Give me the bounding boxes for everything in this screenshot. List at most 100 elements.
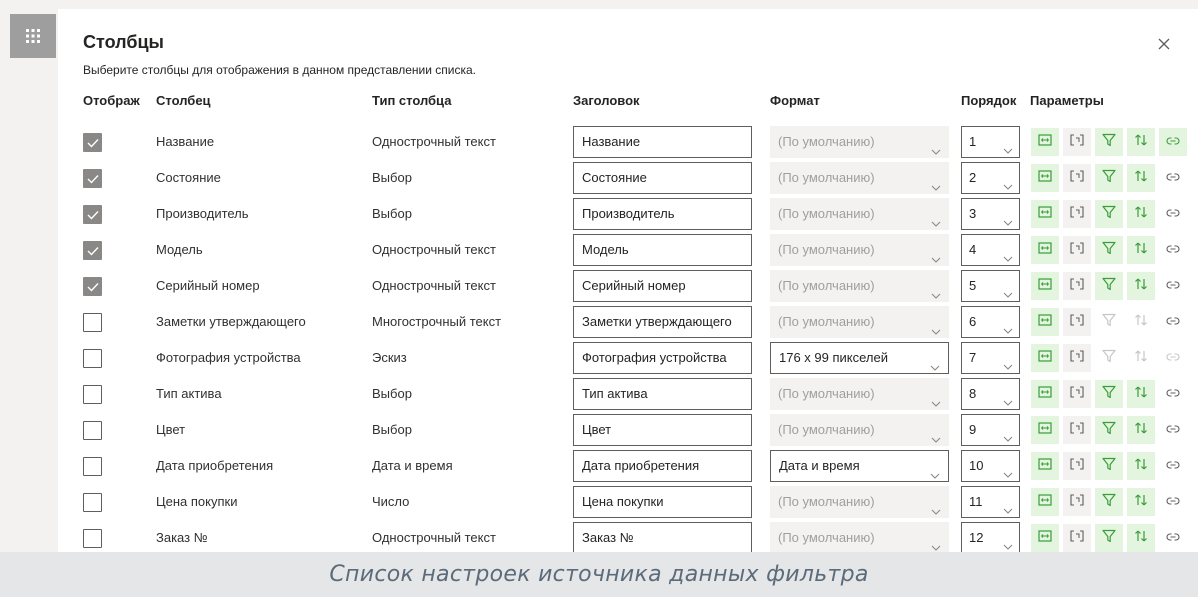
link-button[interactable] (1159, 236, 1187, 264)
header-input[interactable]: Серийный номер (573, 270, 752, 302)
wrap-button[interactable] (1063, 128, 1091, 156)
show-checkbox[interactable] (83, 169, 102, 188)
sort-button[interactable] (1127, 164, 1155, 192)
link-button[interactable] (1159, 164, 1187, 192)
wrap-button[interactable] (1063, 524, 1091, 552)
sort-button[interactable] (1127, 524, 1155, 552)
wrap-button[interactable] (1063, 308, 1091, 336)
sort-button[interactable] (1127, 380, 1155, 408)
sort-button[interactable] (1127, 308, 1155, 336)
sort-button[interactable] (1127, 200, 1155, 228)
link-button[interactable] (1159, 272, 1187, 300)
format-select[interactable]: (По умолчанию) (770, 162, 949, 194)
filter-button[interactable] (1095, 200, 1123, 228)
wrap-button[interactable] (1063, 200, 1091, 228)
width-button[interactable] (1031, 272, 1059, 300)
order-select[interactable]: 10 (961, 450, 1020, 482)
width-button[interactable] (1031, 164, 1059, 192)
format-select[interactable]: (По умолчанию) (770, 414, 949, 446)
sort-button[interactable] (1127, 416, 1155, 444)
order-select[interactable]: 8 (961, 378, 1020, 410)
width-button[interactable] (1031, 128, 1059, 156)
format-select[interactable]: (По умолчанию) (770, 270, 949, 302)
format-select[interactable]: (По умолчанию) (770, 522, 949, 554)
link-button[interactable] (1159, 344, 1187, 372)
order-select[interactable]: 4 (961, 234, 1020, 266)
order-select[interactable]: 5 (961, 270, 1020, 302)
header-input[interactable]: Производитель (573, 198, 752, 230)
link-button[interactable] (1159, 380, 1187, 408)
show-checkbox[interactable] (83, 529, 102, 548)
format-select[interactable]: Дата и время (770, 450, 949, 482)
header-input[interactable]: Состояние (573, 162, 752, 194)
show-checkbox[interactable] (83, 493, 102, 512)
wrap-button[interactable] (1063, 164, 1091, 192)
header-input[interactable]: Название (573, 126, 752, 158)
filter-button[interactable] (1095, 236, 1123, 264)
show-checkbox[interactable] (83, 421, 102, 440)
wrap-button[interactable] (1063, 380, 1091, 408)
link-button[interactable] (1159, 308, 1187, 336)
format-select[interactable]: (По умолчанию) (770, 126, 949, 158)
wrap-button[interactable] (1063, 236, 1091, 264)
width-button[interactable] (1031, 488, 1059, 516)
filter-button[interactable] (1095, 128, 1123, 156)
filter-button[interactable] (1095, 164, 1123, 192)
show-checkbox[interactable] (83, 205, 102, 224)
width-button[interactable] (1031, 308, 1059, 336)
app-launcher-button[interactable] (10, 14, 56, 58)
link-button[interactable] (1159, 416, 1187, 444)
header-input[interactable]: Дата приобретения (573, 450, 752, 482)
show-checkbox[interactable] (83, 385, 102, 404)
order-select[interactable]: 12 (961, 522, 1020, 554)
wrap-button[interactable] (1063, 452, 1091, 480)
header-input[interactable]: Цвет (573, 414, 752, 446)
format-select[interactable]: (По умолчанию) (770, 378, 949, 410)
filter-button[interactable] (1095, 344, 1123, 372)
filter-button[interactable] (1095, 524, 1123, 552)
order-select[interactable]: 2 (961, 162, 1020, 194)
show-checkbox[interactable] (83, 349, 102, 368)
sort-button[interactable] (1127, 488, 1155, 516)
header-input[interactable]: Тип актива (573, 378, 752, 410)
header-input[interactable]: Заметки утверждающего (573, 306, 752, 338)
header-input[interactable]: Заказ № (573, 522, 752, 554)
order-select[interactable]: 1 (961, 126, 1020, 158)
filter-button[interactable] (1095, 308, 1123, 336)
width-button[interactable] (1031, 416, 1059, 444)
order-select[interactable]: 3 (961, 198, 1020, 230)
sort-button[interactable] (1127, 344, 1155, 372)
filter-button[interactable] (1095, 488, 1123, 516)
order-select[interactable]: 11 (961, 486, 1020, 518)
wrap-button[interactable] (1063, 488, 1091, 516)
link-button[interactable] (1159, 128, 1187, 156)
wrap-button[interactable] (1063, 272, 1091, 300)
format-select[interactable]: 176 x 99 пикселей (770, 342, 949, 374)
format-select[interactable]: (По умолчанию) (770, 198, 949, 230)
order-select[interactable]: 7 (961, 342, 1020, 374)
show-checkbox[interactable] (83, 133, 102, 152)
link-button[interactable] (1159, 200, 1187, 228)
link-button[interactable] (1159, 488, 1187, 516)
header-input[interactable]: Цена покупки (573, 486, 752, 518)
width-button[interactable] (1031, 200, 1059, 228)
sort-button[interactable] (1127, 236, 1155, 264)
width-button[interactable] (1031, 380, 1059, 408)
format-select[interactable]: (По умолчанию) (770, 306, 949, 338)
sort-button[interactable] (1127, 272, 1155, 300)
wrap-button[interactable] (1063, 344, 1091, 372)
filter-button[interactable] (1095, 416, 1123, 444)
show-checkbox[interactable] (83, 277, 102, 296)
sort-button[interactable] (1127, 128, 1155, 156)
show-checkbox[interactable] (83, 241, 102, 260)
filter-button[interactable] (1095, 380, 1123, 408)
header-input[interactable]: Фотография устройства (573, 342, 752, 374)
width-button[interactable] (1031, 524, 1059, 552)
link-button[interactable] (1159, 452, 1187, 480)
show-checkbox[interactable] (83, 313, 102, 332)
format-select[interactable]: (По умолчанию) (770, 234, 949, 266)
width-button[interactable] (1031, 236, 1059, 264)
width-button[interactable] (1031, 344, 1059, 372)
format-select[interactable]: (По умолчанию) (770, 486, 949, 518)
show-checkbox[interactable] (83, 457, 102, 476)
